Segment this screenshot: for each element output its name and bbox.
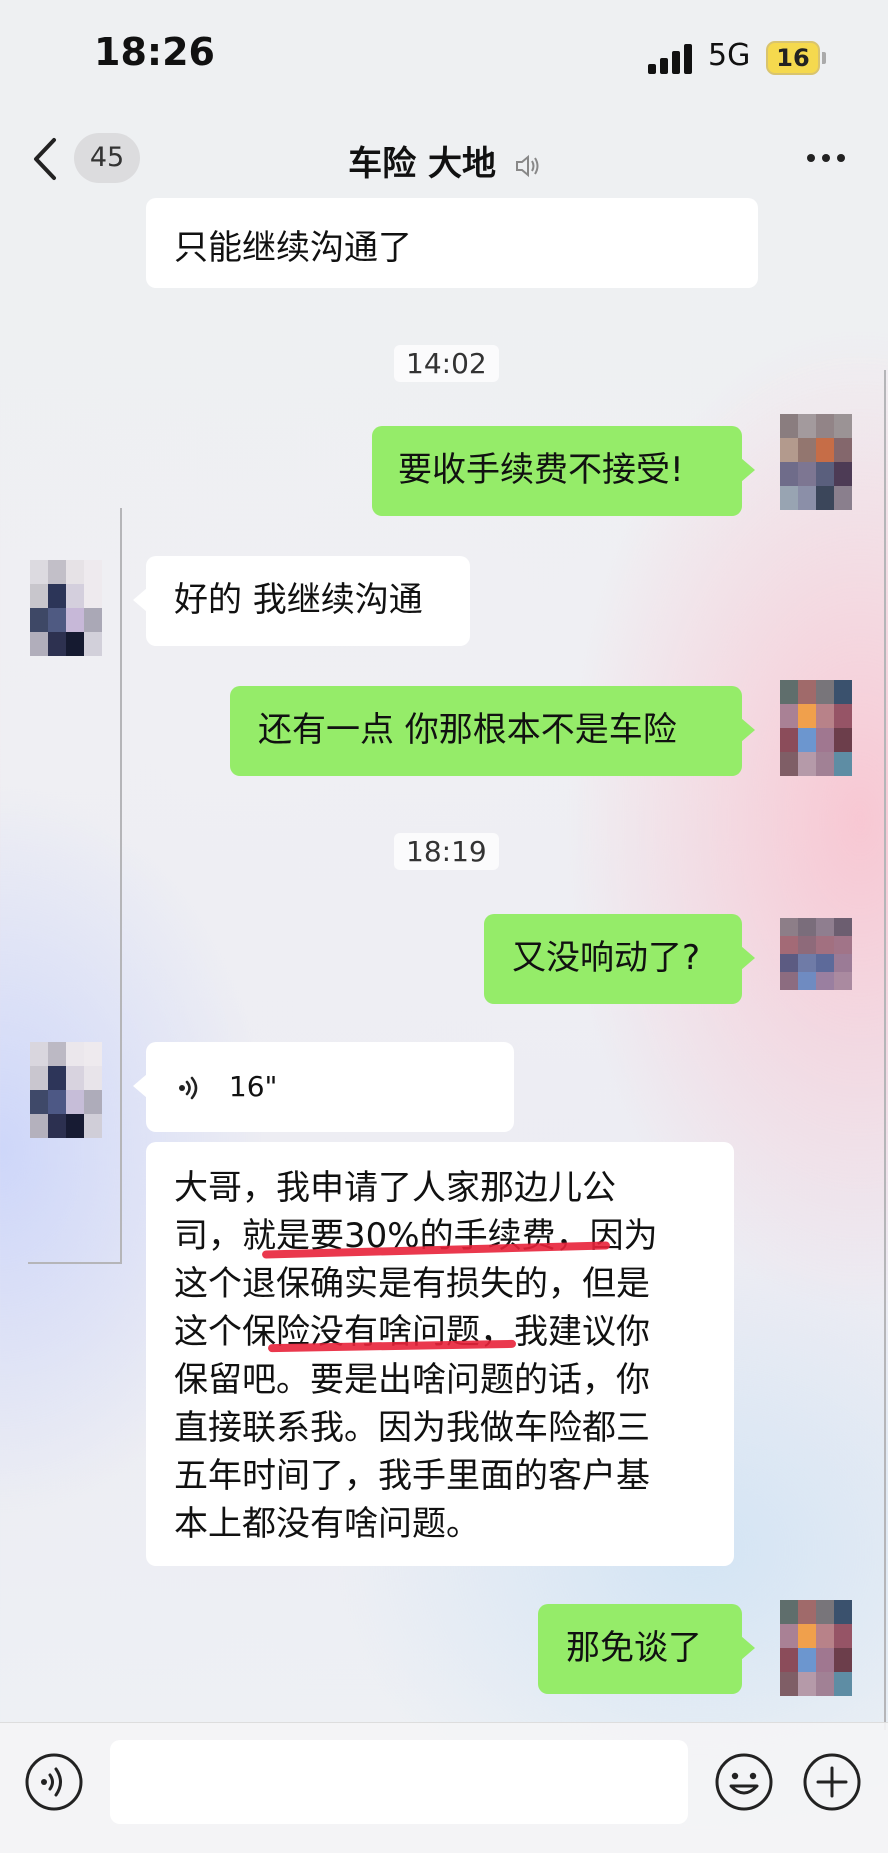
message-text: 要收手续费不接受! (398, 450, 684, 490)
avatar[interactable] (780, 918, 852, 990)
avatar[interactable] (780, 680, 852, 776)
timestamp: 18:19 (394, 833, 499, 870)
message-sent[interactable]: 那免谈了 (538, 1604, 755, 1694)
message-sent[interactable]: 还有一点 你那根本不是车险 (230, 686, 755, 776)
signal-icon (648, 44, 692, 74)
chat-title: 车险 大地 (0, 136, 888, 185)
emoji-icon[interactable] (714, 1752, 774, 1812)
message-received[interactable]: 大哥，我申请了人家那边儿公 司，就是要30%的手续费，因为 这个退保确实是有损失… (146, 1142, 734, 1566)
message-text: 还有一点 你那根本不是车险 (258, 710, 677, 750)
voice-duration: 16" (228, 1070, 278, 1103)
message-text: 好的 我继续沟通 (174, 580, 423, 620)
chat-title-text: 车险 大地 (348, 144, 496, 184)
status-time: 18:26 (94, 30, 215, 74)
mute-icon (515, 154, 539, 177)
message-sent[interactable]: 要收手续费不接受! (372, 426, 755, 516)
message-line: 大哥，我申请了人家那边儿公 (174, 1168, 616, 1208)
message-input[interactable] (110, 1740, 688, 1824)
avatar[interactable] (780, 414, 852, 510)
divider-line (884, 370, 886, 1730)
message-text: 又没响动了? (512, 938, 701, 978)
timestamp: 14:02 (394, 345, 499, 382)
message-line: 五年时间了，我手里面的客户基 (174, 1456, 650, 1496)
message-text: 那免谈了 (566, 1628, 702, 1668)
more-dots-icon[interactable] (806, 152, 846, 164)
message-received[interactable]: 好的 我继续沟通 (133, 556, 470, 646)
message-line: 这个退保确实是有损失的，但是 (174, 1264, 650, 1304)
message-sent[interactable]: 又没响动了? (484, 914, 755, 1004)
avatar[interactable] (780, 1600, 852, 1696)
voice-wave-icon[interactable] (24, 1752, 84, 1812)
avatar[interactable] (30, 560, 102, 656)
network-type: 5G (708, 38, 751, 73)
avatar[interactable] (30, 1042, 102, 1138)
divider-line (120, 508, 122, 1264)
plus-circle-icon[interactable] (802, 1752, 862, 1812)
message-line: 本上都没有啥问题。 (174, 1504, 480, 1544)
message-received[interactable]: 只能继续沟通了 (146, 198, 758, 288)
divider-line (28, 1262, 122, 1264)
battery-icon: 16 (766, 41, 826, 75)
voice-message[interactable]: 16" (133, 1042, 514, 1132)
battery-level: 16 (776, 44, 810, 72)
message-text: 只能继续沟通了 (174, 228, 412, 268)
message-line: 保留吧。要是出啥问题的话，你 (174, 1360, 650, 1400)
voice-wave-icon (179, 1076, 198, 1100)
message-line: 直接联系我。因为我做车险都三 (174, 1408, 650, 1448)
